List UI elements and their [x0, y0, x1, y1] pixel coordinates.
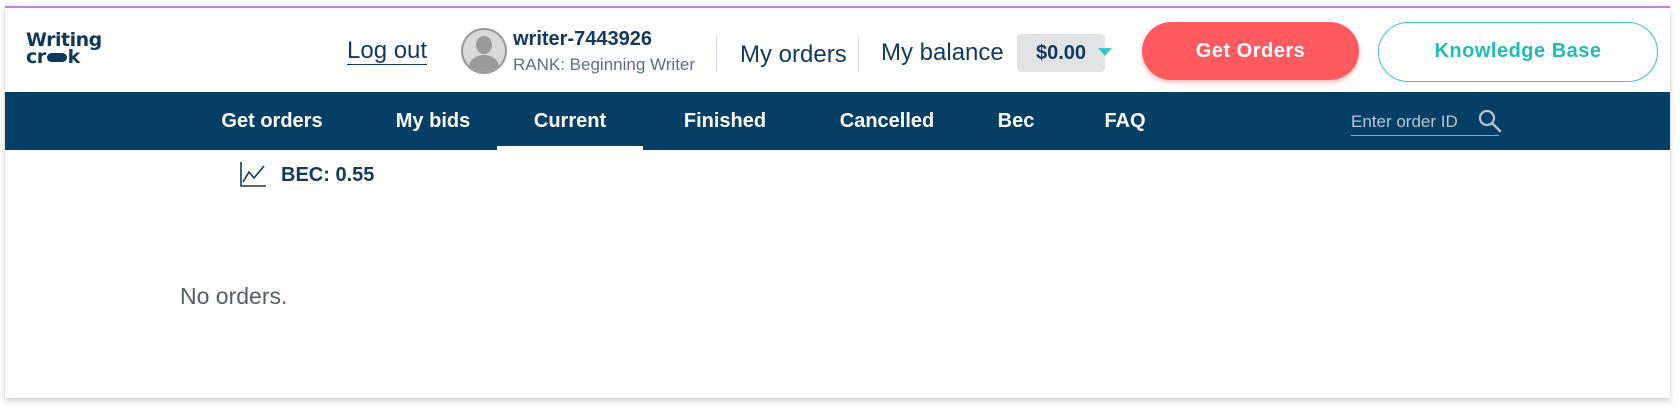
logo-line-2: cr k: [26, 46, 116, 68]
logo-line-2a: cr: [26, 46, 46, 68]
tab-faq[interactable]: FAQ: [1097, 92, 1153, 150]
tab-bec[interactable]: Bec: [988, 92, 1044, 150]
avatar[interactable]: [461, 28, 507, 74]
empty-orders-message: No orders.: [180, 283, 288, 309]
user-rank: RANK: Beginning Writer: [513, 55, 696, 74]
app-frame: Writing cr k Log out writer-7443926 RANK:…: [5, 6, 1670, 398]
my-orders-link[interactable]: My orders: [740, 41, 847, 69]
order-id-input[interactable]: [1351, 110, 1471, 134]
main-nav: Get orders My bids Current Finished Canc…: [5, 92, 1670, 150]
tab-finished[interactable]: Finished: [672, 92, 778, 150]
logo[interactable]: Writing cr k: [26, 31, 116, 72]
balance-value: $0.00: [1017, 34, 1105, 72]
logo-line-2b: k: [67, 46, 81, 68]
logout-link[interactable]: Log out: [347, 38, 428, 65]
get-orders-button[interactable]: Get Orders: [1142, 22, 1359, 80]
username: writer-7443926: [513, 28, 652, 50]
tab-get-orders[interactable]: Get orders: [212, 92, 332, 150]
balance-label: My balance: [881, 39, 1004, 66]
bec-value: BEC: 0.55: [281, 164, 375, 186]
tab-cancelled[interactable]: Cancelled: [827, 92, 947, 150]
order-search: [1351, 108, 1502, 136]
tab-current[interactable]: Current: [497, 92, 643, 150]
header-divider: [858, 36, 859, 72]
search-icon[interactable]: [1477, 108, 1503, 134]
knowledge-base-button[interactable]: Knowledge Base: [1378, 22, 1658, 82]
header-divider: [716, 36, 717, 72]
chart-line-icon: [240, 162, 266, 187]
avatar-body: [469, 55, 499, 72]
header: Writing cr k Log out writer-7443926 RANK:…: [5, 8, 1670, 92]
balance-dropdown-caret-icon[interactable]: [1098, 48, 1112, 56]
tab-my-bids[interactable]: My bids: [383, 92, 483, 150]
pen-icon: [46, 53, 67, 62]
avatar-head: [476, 36, 492, 54]
